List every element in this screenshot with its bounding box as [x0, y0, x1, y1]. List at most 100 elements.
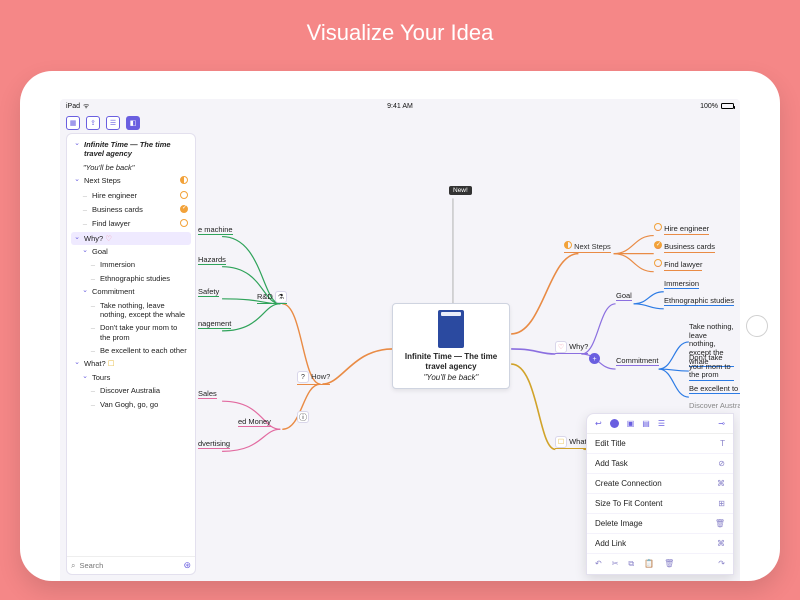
- color-dot-icon[interactable]: [610, 419, 619, 428]
- filter-icon[interactable]: ☰: [658, 419, 665, 428]
- outline-item[interactable]: ⌄Goal: [71, 245, 191, 258]
- center-subtitle: "You'll be back": [399, 373, 503, 382]
- undo-icon[interactable]: ↶: [595, 559, 602, 569]
- flask-icon: ⚗: [275, 291, 287, 303]
- node-leaf[interactable]: Discover Australia: [689, 401, 740, 410]
- outline-sidebar: ⌄ Infinite Time — The time travel agency…: [66, 133, 196, 575]
- node-leaf[interactable]: Hazards: [198, 255, 226, 265]
- ipad-frame: iPad ᯤ 9:41 AM 100% ▦ ⇪ ☰ ◧ ⌄ Infinite T…: [20, 71, 780, 581]
- list-icon[interactable]: ☰: [106, 116, 120, 130]
- add-icon[interactable]: +: [589, 353, 600, 364]
- node-why[interactable]: ♡ Why?: [555, 341, 588, 354]
- ctx-add-link[interactable]: Add Link⌘: [587, 534, 733, 554]
- outline-item[interactable]: ⌄What? ☐: [71, 357, 191, 370]
- outline-item[interactable]: ⌄Commitment: [71, 285, 191, 298]
- home-button[interactable]: [746, 315, 768, 337]
- clock: 9:41 AM: [387, 103, 413, 110]
- chevron-down-icon[interactable]: ⌄: [81, 247, 89, 256]
- node-leaf[interactable]: Sales: [198, 389, 217, 399]
- chevron-down-icon[interactable]: ⌄: [73, 140, 81, 149]
- outline-item[interactable]: –Take nothing, leave nothing, except the…: [71, 299, 191, 322]
- search-bar[interactable]: ⌕ ⊛: [67, 556, 195, 574]
- node-leaf[interactable]: e machine: [198, 225, 233, 235]
- node-leaf[interactable]: Don't take your mom to the prom: [689, 354, 734, 381]
- node-leaf[interactable]: nagement: [198, 319, 231, 329]
- task-icon: ⊘: [718, 459, 725, 468]
- connector-toggle-icon[interactable]: ⊸: [718, 419, 725, 428]
- center-node[interactable]: Infinite Time — The time travel agency "…: [392, 303, 510, 389]
- task-done-icon: [180, 205, 188, 213]
- battery-icon: [721, 103, 734, 109]
- hero-title: Visualize Your Idea: [0, 0, 800, 71]
- chevron-down-icon[interactable]: ⌄: [73, 234, 81, 243]
- node-rd[interactable]: R&D ⚗: [257, 291, 287, 304]
- outline-item-why[interactable]: ⌄ Why? ♡: [71, 232, 191, 245]
- node-leaf[interactable]: Ethnographic studies: [664, 296, 734, 306]
- node-goal[interactable]: Goal: [616, 291, 632, 301]
- outline-subtitle: "You'll be back": [71, 161, 191, 174]
- battery-pct: 100%: [700, 103, 718, 110]
- cut-icon[interactable]: ✂: [612, 559, 619, 569]
- image-icon[interactable]: ▣: [627, 419, 635, 428]
- fit-icon: ⊞: [718, 499, 725, 508]
- task-open-icon: [654, 259, 662, 267]
- outline-item[interactable]: –Business cards: [71, 203, 191, 217]
- share-icon[interactable]: ⇪: [86, 116, 100, 130]
- ctx-edit-title[interactable]: Edit TitleT: [587, 434, 733, 454]
- node-how[interactable]: ? How?: [297, 371, 330, 385]
- outline-item[interactable]: –Immersion: [71, 258, 191, 271]
- ctx-delete-image[interactable]: Delete Image🗑: [587, 514, 733, 534]
- node-leaf[interactable]: Hire engineer: [654, 223, 709, 233]
- node-leaf[interactable]: Safety: [198, 287, 219, 297]
- heart-icon: ♡: [555, 341, 567, 353]
- outline-item[interactable]: –Be excellent to each other: [71, 344, 191, 357]
- outline-item[interactable]: –Van Gogh, go, go: [71, 398, 191, 411]
- chevron-down-icon[interactable]: ⌄: [81, 287, 89, 296]
- node-leaf[interactable]: Find lawyer: [654, 259, 702, 269]
- note-icon: ☐: [108, 359, 115, 368]
- center-title: Infinite Time — The time travel agency: [399, 352, 503, 371]
- ctx-create-connection[interactable]: Create Connection⌘: [587, 474, 733, 494]
- outline-item[interactable]: ⌄ Next Steps: [71, 174, 191, 188]
- outline-item[interactable]: –Don't take your mom to the prom: [71, 321, 191, 344]
- columns-icon[interactable]: ◧: [126, 116, 140, 130]
- mindmap-canvas[interactable]: New! Infinite Time — The time travel age…: [202, 133, 734, 575]
- node-commitment[interactable]: Commitment: [616, 356, 659, 366]
- node-leaf[interactable]: Business cards: [654, 241, 715, 251]
- undo-icon[interactable]: ↩: [595, 419, 602, 428]
- tardis-icon: [438, 310, 464, 348]
- note-icon[interactable]: ▤: [642, 419, 650, 428]
- node-leaf[interactable]: Be excellent to each other: [689, 384, 740, 394]
- redo-icon[interactable]: ↷: [718, 559, 725, 569]
- chevron-down-icon[interactable]: ⌄: [73, 359, 81, 368]
- text-icon: T: [720, 439, 725, 448]
- heart-icon: ♡: [105, 234, 112, 243]
- clear-icon[interactable]: ⊛: [183, 560, 191, 571]
- outline-item[interactable]: –Discover Australia: [71, 384, 191, 397]
- ctx-add-task[interactable]: Add Task⊘: [587, 454, 733, 474]
- copy-icon[interactable]: ⧉: [628, 559, 634, 569]
- task-open-icon: [654, 223, 662, 231]
- paste-icon[interactable]: 📋: [644, 559, 654, 569]
- outline-item[interactable]: –Hire engineer: [71, 189, 191, 203]
- grid-icon[interactable]: ▦: [66, 116, 80, 130]
- node-money[interactable]: ed Money: [238, 417, 271, 427]
- question-icon: ?: [297, 371, 309, 383]
- outline-item[interactable]: –Ethnographic studies: [71, 272, 191, 285]
- outline-title-row[interactable]: ⌄ Infinite Time — The time travel agency: [71, 138, 191, 161]
- task-half-icon: [180, 176, 188, 184]
- chevron-down-icon[interactable]: ⌄: [73, 176, 81, 185]
- outline-item[interactable]: ⌄Tours: [71, 371, 191, 384]
- ctx-size-fit[interactable]: Size To Fit Content⊞: [587, 494, 733, 514]
- wifi-icon: ᯤ: [83, 102, 89, 111]
- node-leaf[interactable]: Immersion: [664, 279, 699, 289]
- delete-icon[interactable]: 🗑: [664, 559, 674, 569]
- trash-icon: 🗑: [715, 519, 725, 528]
- node-leaf[interactable]: dvertising: [198, 439, 230, 449]
- search-icon: ⌕: [71, 561, 75, 571]
- node-next-steps[interactable]: Next Steps: [564, 241, 611, 253]
- search-input[interactable]: [79, 561, 179, 570]
- outline-item[interactable]: –Find lawyer: [71, 217, 191, 231]
- chevron-down-icon[interactable]: ⌄: [81, 373, 89, 382]
- new-tag: New!: [449, 186, 472, 195]
